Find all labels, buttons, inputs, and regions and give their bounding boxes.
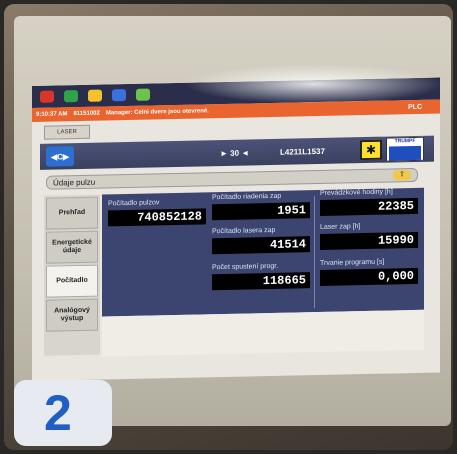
counter-panel: Počítadlo pulzov 740852128 Počítadlo ria… — [102, 187, 424, 317]
panel-divider — [314, 196, 315, 309]
screen-glare — [184, 64, 444, 104]
status-icon[interactable] — [136, 88, 150, 101]
program-starts-label: Počet spustení progr. — [212, 262, 279, 272]
nav-bar: ◀C▶ ► 30 ◄ L4211L1537 ✱ TRUMPF — [40, 135, 434, 170]
plc-label: PLC — [408, 103, 422, 111]
section-title: Údaje pulzu ⇧ — [46, 167, 418, 190]
section-title-text: Údaje pulzu — [53, 177, 96, 188]
panel-icon[interactable] — [64, 90, 78, 103]
trumpf-label: TRUMPF — [394, 137, 416, 145]
control-counter-value: 1951 — [212, 202, 310, 221]
panel-lower-area — [102, 309, 424, 357]
warning-icon[interactable] — [88, 89, 102, 102]
sidebar-item-counter[interactable]: Počítadlo — [46, 264, 98, 298]
sidebar: Prehľad Energetické údaje Počítadlo Anal… — [44, 194, 100, 356]
step-badge: 2 — [14, 380, 112, 446]
photo-card: 9:10:37 AM 81151002 Manager: Celni dvere… — [4, 4, 453, 450]
operating-hours-value: 22385 — [320, 197, 418, 216]
collapse-arrow-icon[interactable]: ⇧ — [393, 170, 411, 181]
control-counter-label: Počítadlo riadenia zap — [212, 192, 282, 202]
trumpf-logo: TRUMPF — [386, 136, 424, 162]
trumpf-box — [389, 145, 421, 161]
page-indicator: ► 30 ◄ — [220, 147, 250, 158]
sidebar-item-energy[interactable]: Energetické údaje — [46, 230, 98, 264]
sidebar-item-analog[interactable]: Analógový výstup — [46, 298, 98, 332]
message-text: Manager: Celni dvere jsou otevrené. — [105, 108, 209, 117]
laser-on-label: Laser zap [h] — [320, 223, 361, 231]
laser-counter-label: Počítadlo lasera zap — [212, 226, 276, 236]
program-duration-label: Trvanie programu [s] — [320, 258, 385, 267]
laser-on-value: 15990 — [320, 231, 418, 250]
laser-counter-value: 41514 — [212, 236, 310, 255]
program-starts-value: 118665 — [212, 272, 310, 291]
message-code: 81151002 — [73, 110, 100, 118]
back-button[interactable]: ◀C▶ — [46, 146, 74, 167]
tab-laser[interactable]: LASER — [44, 124, 90, 140]
step-number: 2 — [44, 385, 72, 441]
operating-hours-label: Prevádzkové hodiny [h] — [320, 188, 393, 197]
pulse-counter-label: Počítadlo pulzov — [108, 199, 160, 208]
pulse-counter-value: 740852128 — [108, 208, 206, 227]
program-duration-value: 0,000 — [320, 267, 418, 286]
alarm-icon[interactable] — [40, 90, 54, 103]
message-time: 9:10:37 AM — [36, 111, 68, 118]
hmi-screen: 9:10:37 AM 81151002 Manager: Celni dvere… — [32, 77, 440, 382]
sidebar-item-overview[interactable]: Prehľad — [46, 196, 98, 230]
program-id: L4211L1537 — [280, 146, 325, 157]
laser-icon[interactable]: ✱ — [360, 139, 382, 161]
info-icon[interactable] — [112, 89, 126, 102]
